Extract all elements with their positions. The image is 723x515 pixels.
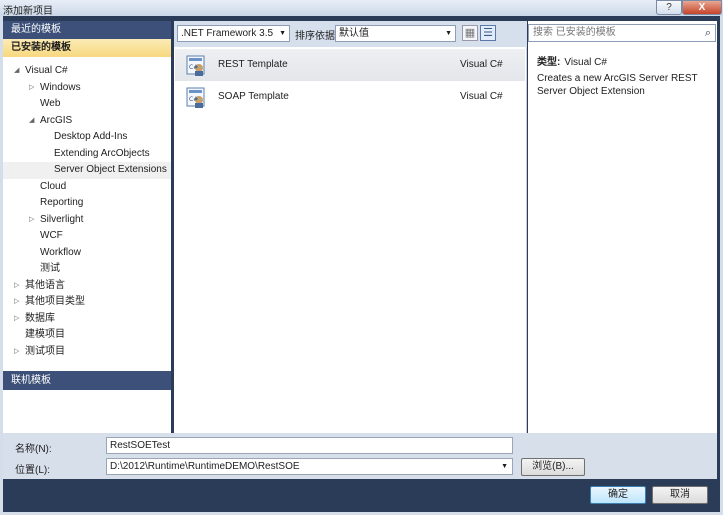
chevron-down-icon: ▼ xyxy=(445,30,452,37)
tree-item-label: 建模项目 xyxy=(25,329,65,340)
tree-item-label: ArcGIS xyxy=(40,114,73,126)
tree-item-label: Desktop Add-Ins xyxy=(54,131,128,142)
collapsed-arrow-icon[interactable]: ▷ xyxy=(14,294,19,311)
online-templates-header[interactable]: 联机模板 xyxy=(3,371,171,390)
sort-value: 默认值 xyxy=(339,28,369,39)
title-bar: 添加新项目 ? X xyxy=(0,0,723,17)
svg-text:C#: C# xyxy=(189,96,198,103)
add-new-item-dialog: 添加新项目 ? X 最近的模板 已安装的模板 ◢ Visual C# ▷ Window… xyxy=(0,0,723,515)
installed-templates-header[interactable]: 已安装的模板 xyxy=(3,39,171,57)
tree-item-label: 数据库 xyxy=(25,312,55,324)
collapsed-arrow-icon[interactable]: ▷ xyxy=(14,311,19,328)
tree-item-label: WCF xyxy=(40,230,63,241)
tree-item-label: 测试项目 xyxy=(25,345,65,357)
close-button[interactable]: X xyxy=(682,0,722,15)
template-toolbar: .NET Framework 3.5 ▼ 排序依据: 默认值 ▼ ▦ ☰ xyxy=(174,21,527,47)
category-tree: ◢ Visual C# ▷ Windows Web ◢ ArcGIS Desktop Add-… xyxy=(3,57,171,360)
ok-button[interactable]: 确定 xyxy=(590,486,646,504)
tree-item[interactable]: Extending ArcObjects xyxy=(3,146,171,163)
tree-item-label: Workflow xyxy=(40,246,81,258)
search-placeholder: 搜索 已安装的模板 xyxy=(533,27,616,38)
browse-button[interactable]: 浏览(B)... xyxy=(521,458,585,476)
template-language: Visual C# xyxy=(460,59,503,70)
type-value: Visual C# xyxy=(564,57,607,68)
tree-item-label: Windows xyxy=(40,81,81,93)
tree-item-label: Cloud xyxy=(40,180,67,192)
list-view-icon[interactable]: ☰ xyxy=(480,25,496,41)
template-name: SOAP Template xyxy=(218,91,289,102)
name-value: RestSOETest xyxy=(110,440,171,451)
expanded-arrow-icon[interactable]: ◢ xyxy=(29,113,34,130)
location-label: 位置(L): xyxy=(15,465,50,476)
chevron-down-icon: ▼ xyxy=(279,30,286,37)
sort-select[interactable]: 默认值 ▼ xyxy=(335,25,456,42)
tree-item[interactable]: ▷ 数据库 xyxy=(3,311,171,328)
cancel-button[interactable]: 取消 xyxy=(652,486,708,504)
location-value: D:\2012\Runtime\RuntimeDEMO\RestSOE xyxy=(110,461,300,472)
tree-item[interactable]: Workflow xyxy=(3,245,171,262)
tree-item[interactable]: ◢ Visual C# xyxy=(3,63,171,80)
template-type: 类型: Visual C# xyxy=(537,53,607,68)
tree-item[interactable]: ◢ ArcGIS xyxy=(3,113,171,130)
small-icons-view-icon[interactable]: ▦ xyxy=(462,25,478,41)
tree-item[interactable]: Web xyxy=(3,96,171,113)
collapsed-arrow-icon[interactable]: ▷ xyxy=(29,212,34,229)
collapsed-arrow-icon[interactable]: ▷ xyxy=(14,344,19,361)
tree-item[interactable]: WCF xyxy=(3,228,171,245)
tree-item-label: Extending ArcObjects xyxy=(54,147,150,159)
csharp-template-icon: C# xyxy=(186,55,205,76)
tree-item[interactable]: ▷ 其他语言 xyxy=(3,278,171,295)
type-label: 类型: xyxy=(537,57,561,68)
template-name: REST Template xyxy=(218,59,288,70)
svg-text:C#: C# xyxy=(189,64,198,71)
window-title: 添加新项目 xyxy=(3,6,53,17)
tree-item-label: 其他项目类型 xyxy=(25,296,85,307)
name-field[interactable]: RestSOETest xyxy=(106,437,513,454)
csharp-template-icon: C# xyxy=(186,87,205,108)
sort-label: 排序依据: xyxy=(295,31,338,42)
collapsed-arrow-icon[interactable]: ▷ xyxy=(14,278,19,295)
tree-item[interactable]: ▷ Silverlight xyxy=(3,212,171,229)
tree-item[interactable]: Reporting xyxy=(3,195,171,212)
search-icon[interactable]: ⌕ xyxy=(705,25,711,41)
template-item[interactable]: C# REST Template Visual C# xyxy=(175,49,525,81)
tree-item[interactable]: ▷ Windows xyxy=(3,80,171,97)
tree-item-label: Server Object Extensions xyxy=(54,164,167,175)
help-button[interactable]: ? xyxy=(656,0,682,15)
tree-item[interactable]: Cloud xyxy=(3,179,171,196)
tree-item[interactable]: 建模项目 xyxy=(3,327,171,344)
tree-item-label: Reporting xyxy=(40,197,84,208)
framework-select[interactable]: .NET Framework 3.5 ▼ xyxy=(177,25,290,42)
tree-item-label: 其他语言 xyxy=(25,279,65,291)
template-item[interactable]: C# SOAP Template Visual C# xyxy=(175,81,525,113)
search-installed-templates-input[interactable]: 搜索 已安装的模板 ⌕ xyxy=(528,24,716,42)
tree-item-label: 测试 xyxy=(40,263,60,274)
recent-templates-header[interactable]: 最近的模板 xyxy=(3,21,171,39)
tree-item[interactable]: 测试 xyxy=(3,261,171,278)
framework-value: .NET Framework 3.5 xyxy=(181,28,274,39)
tree-item[interactable]: Server Object Extensions xyxy=(3,162,171,179)
template-language: Visual C# xyxy=(460,91,503,102)
collapsed-arrow-icon[interactable]: ▷ xyxy=(29,80,34,97)
name-location-panel: 名称(N): RestSOETest 位置(L): D:\2012\Runtim… xyxy=(3,433,717,479)
location-field[interactable]: D:\2012\Runtime\RuntimeDEMO\RestSOE ▼ xyxy=(106,458,513,475)
tree-item[interactable]: Desktop Add-Ins xyxy=(3,129,171,146)
expanded-arrow-icon[interactable]: ◢ xyxy=(14,63,19,80)
template-description: Creates a new ArcGIS Server REST Server … xyxy=(537,73,698,97)
tree-item[interactable]: ▷ 其他项目类型 xyxy=(3,294,171,311)
name-label: 名称(N): xyxy=(15,444,52,455)
tree-item-label: Silverlight xyxy=(40,213,84,225)
tree-item[interactable]: ▷ 测试项目 xyxy=(3,344,171,361)
chevron-down-icon[interactable]: ▼ xyxy=(501,459,508,474)
tree-item-label: Visual C# xyxy=(25,65,68,76)
tree-item-label: Web xyxy=(40,98,61,109)
